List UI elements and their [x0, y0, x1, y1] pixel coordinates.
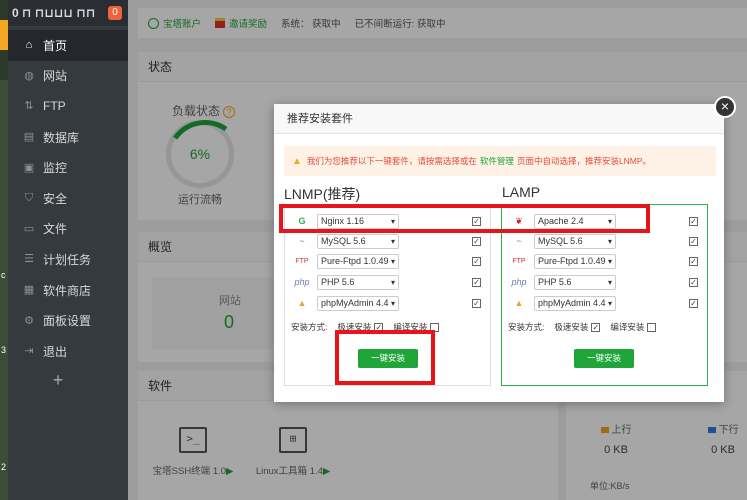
sidebar-item-home[interactable]: ⌂ 首页 [8, 30, 128, 61]
mysql-checkbox[interactable]: ✓ [689, 236, 698, 246]
ftp-version-select[interactable]: Pure-Ftpd 1.0.49 [534, 253, 616, 269]
sidebar-item-label: FTP [43, 99, 66, 114]
ftp-version-select[interactable]: Pure-Ftpd 1.0.49 [317, 253, 399, 269]
phpmyadmin-icon: ▲ [514, 298, 524, 308]
ftp-icon: FTP [512, 257, 526, 265]
sidebar-item-label: 软件商店 [43, 283, 92, 298]
ftp-checkbox[interactable]: ✓ [472, 256, 481, 266]
annotation-highlight-install-button [335, 330, 435, 385]
fast-install-label: 极速安装 [554, 322, 589, 332]
sidebar-item-files[interactable]: ▭ 文件 [8, 214, 128, 245]
sidebar-item-monitor[interactable]: ▣ 监控 [8, 152, 128, 183]
sidebar-item-website[interactable]: ◍ 网站 [8, 61, 128, 92]
sidebar-item-label: 面板设置 [43, 314, 92, 329]
compile-install-checkbox[interactable] [647, 322, 657, 332]
ftp-icon: ⇅ [24, 100, 34, 113]
shield-icon: ⛉ [24, 192, 34, 205]
phpmyadmin-checkbox[interactable]: ✓ [689, 298, 698, 308]
lnmp-row-php: php PHP 5.6 ✓ [291, 272, 483, 292]
sidebar-item-store[interactable]: ▦ 软件商店 [8, 275, 128, 306]
phpmyadmin-version-select[interactable]: phpMyAdmin 4.4 [317, 295, 399, 311]
mysql-checkbox[interactable]: ✓ [472, 236, 481, 246]
phpmyadmin-checkbox[interactable]: ✓ [472, 298, 481, 308]
edge-background [0, 80, 8, 500]
php-version-select[interactable]: PHP 5.6 [534, 274, 616, 290]
lnmp-title: LNMP(推荐) [284, 186, 361, 202]
php-checkbox[interactable]: ✓ [472, 277, 481, 287]
folder-icon: ▭ [23, 222, 35, 235]
sidebar: 0 ⊓ ⊓⊔⊔⊔ ⊓⊓ 0 ⌂ 首页 ◍ 网站 ⇅ FTP ▤ 数据库 ▣ 监控… [8, 0, 128, 500]
ftp-checkbox[interactable]: ✓ [689, 256, 698, 266]
logout-icon: ⇥ [24, 345, 34, 358]
mysql-icon: ~ [516, 236, 522, 246]
database-icon: ▤ [23, 131, 35, 144]
sidebar-item-label: 首页 [43, 38, 68, 53]
add-menu-button[interactable]: + [8, 367, 108, 393]
sidebar-item-label: 文件 [43, 222, 68, 237]
recommend-tip: ▲ 我们为您推荐以下一键套件，请按需选择或在 软件管理 页面中自动选择，推荐安装… [284, 146, 716, 176]
dialog-title: 推荐安装套件 [274, 104, 724, 134]
task-icon: ☰ [24, 253, 34, 266]
lamp-title: LAMP [502, 184, 541, 200]
tip-text: 我们为您推荐以下一键套件，请按需选择或在 [306, 156, 477, 166]
sidebar-item-ftp[interactable]: ⇅ FTP [8, 91, 128, 122]
edge-accent [0, 20, 8, 50]
notification-badge[interactable]: 0 [108, 6, 122, 20]
software-manager-link[interactable]: 软件管理 [480, 155, 514, 167]
lamp-row-mysql: ~ MySQL 5.6 ✓ [508, 231, 700, 251]
method-label: 安装方式: [508, 322, 545, 332]
edge-glyph: 3 [1, 345, 7, 355]
tip-text: 页面中自动选择，推荐安装LNMP。 [516, 156, 652, 166]
panel-logo: 0 ⊓ ⊓⊔⊔⊔ ⊓⊓ [12, 6, 96, 20]
close-icon[interactable]: × [714, 96, 736, 118]
lnmp-row-mysql: ~ MySQL 5.6 ✓ [291, 231, 483, 251]
sidebar-item-logout[interactable]: ⇥ 退出 [8, 336, 128, 367]
phpmyadmin-icon: ▲ [297, 298, 307, 308]
lnmp-row-phpmyadmin: ▲ phpMyAdmin 4.4 ✓ [291, 293, 483, 313]
sidebar-item-label: 安全 [43, 191, 68, 206]
ftp-icon: FTP [295, 257, 309, 265]
apache-checkbox[interactable]: ✓ [689, 216, 698, 226]
edge-strip: c 3 2 [0, 0, 8, 500]
lamp-row-ftp: FTP Pure-Ftpd 1.0.49 ✓ [508, 251, 700, 271]
warning-icon: ▲ [292, 155, 302, 167]
compile-install-label: 编译安装 [610, 322, 645, 332]
store-icon: ▦ [23, 284, 35, 297]
sidebar-item-database[interactable]: ▤ 数据库 [8, 122, 128, 153]
edge-glyph: 2 [1, 462, 7, 472]
php-version-select[interactable]: PHP 5.6 [317, 274, 399, 290]
sidebar-item-security[interactable]: ⛉ 安全 [8, 183, 128, 214]
annotation-highlight-web-row [279, 204, 650, 233]
sidebar-item-cron[interactable]: ☰ 计划任务 [8, 244, 128, 275]
sidebar-header: 0 ⊓ ⊓⊔⊔⊔ ⊓⊓ 0 [8, 0, 128, 26]
lamp-install-button[interactable]: 一键安装 [574, 349, 634, 368]
sidebar-item-label: 网站 [43, 69, 68, 84]
lnmp-row-ftp: FTP Pure-Ftpd 1.0.49 ✓ [291, 251, 483, 271]
mysql-version-select[interactable]: MySQL 5.6 [317, 233, 399, 249]
mysql-version-select[interactable]: MySQL 5.6 [534, 233, 616, 249]
lamp-install-method: 安装方式: 极速安装 ✓ 编译安装 [508, 321, 666, 333]
monitor-icon: ▣ [23, 161, 35, 174]
globe-icon: ◍ [24, 69, 34, 82]
mysql-icon: ~ [299, 236, 305, 246]
php-icon: php [511, 277, 527, 287]
php-checkbox[interactable]: ✓ [689, 277, 698, 287]
sidebar-item-settings[interactable]: ⚙ 面板设置 [8, 305, 128, 336]
sidebar-item-label: 监控 [43, 161, 68, 176]
sidebar-item-label: 退出 [43, 344, 68, 359]
home-icon: ⌂ [25, 39, 33, 52]
sidebar-item-label: 数据库 [43, 130, 80, 145]
phpmyadmin-version-select[interactable]: phpMyAdmin 4.4 [534, 295, 616, 311]
fast-install-checkbox[interactable]: ✓ [591, 322, 601, 332]
php-icon: php [294, 277, 310, 287]
lamp-row-phpmyadmin: ▲ phpMyAdmin 4.4 ✓ [508, 293, 700, 313]
sidebar-item-label: 计划任务 [43, 252, 92, 267]
settings-icon: ⚙ [24, 314, 34, 327]
edge-glyph: c [1, 270, 6, 280]
method-label: 安装方式: [291, 322, 328, 332]
lamp-row-php: php PHP 5.6 ✓ [508, 272, 700, 292]
